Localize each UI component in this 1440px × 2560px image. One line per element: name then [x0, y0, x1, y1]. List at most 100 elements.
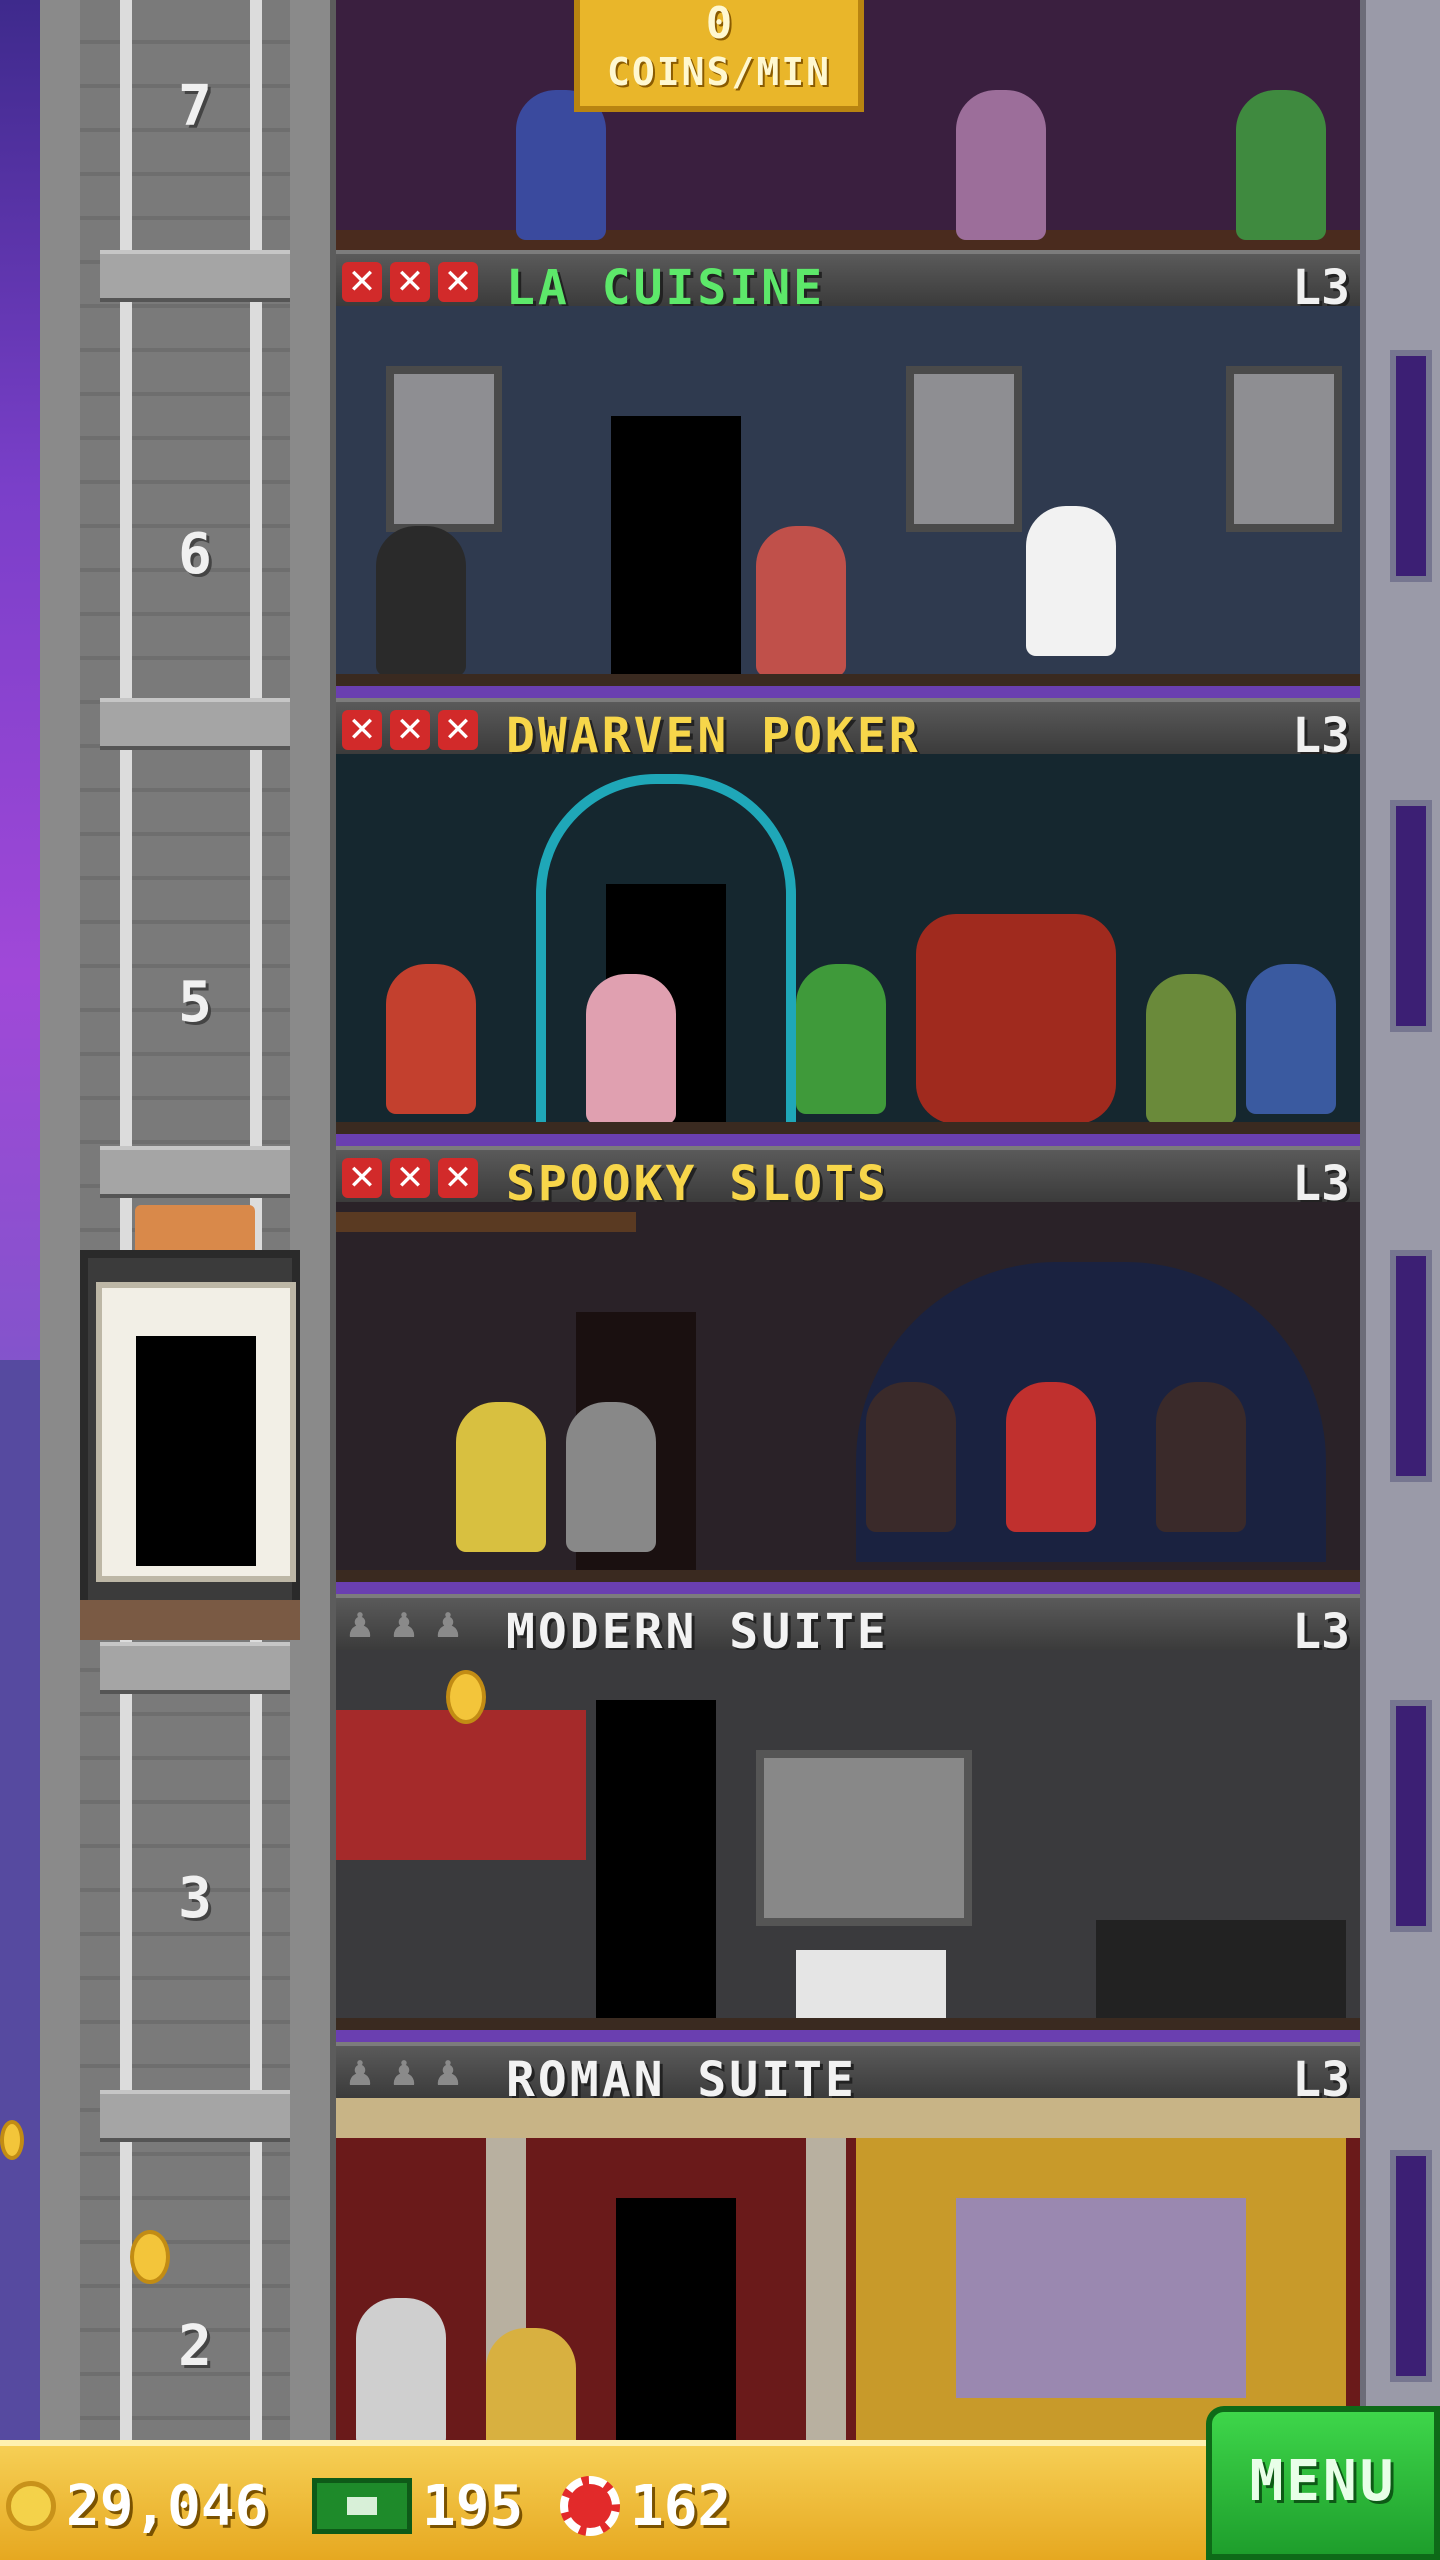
- floor-room[interactable]: [336, 1650, 1360, 2030]
- floor-slab: [100, 1146, 290, 1198]
- floating-coin-icon[interactable]: [446, 1670, 486, 1724]
- floor-room[interactable]: [336, 1202, 1360, 1582]
- coins-counter[interactable]: 29,046: [6, 2466, 268, 2546]
- wall-painting: [1226, 366, 1342, 532]
- chef-character[interactable]: [1026, 506, 1116, 656]
- chips-counter[interactable]: 162: [560, 2466, 731, 2546]
- elevator-passenger-head: [135, 1205, 255, 1250]
- bitizen-character[interactable]: [756, 526, 846, 676]
- floor-dwarven-poker[interactable]: ✕ ✕ ✕ DWARVEN POKER L3: [336, 698, 1360, 1146]
- coins-per-minute-unit: COINS/MIN: [607, 50, 831, 94]
- bitizen-character[interactable]: [586, 974, 676, 1124]
- person-icon: ♟: [388, 1606, 420, 1646]
- modern-bed: [1096, 1920, 1346, 2020]
- person-icon: ♟: [432, 2054, 464, 2094]
- coin-icon: [6, 2481, 56, 2531]
- room-floor: [336, 230, 1360, 250]
- stock-indicators: ✕ ✕ ✕: [342, 262, 478, 302]
- floor-slab: [100, 698, 290, 750]
- modern-table: [796, 1950, 946, 2020]
- floor-slab: [100, 250, 290, 302]
- coins-per-minute-badge[interactable]: 0 COINS/MIN: [574, 0, 864, 112]
- resident-indicators: ♟ ♟ ♟: [342, 2054, 466, 2094]
- bitizen-character[interactable]: [956, 90, 1046, 240]
- red-x-icon: ✕: [438, 1158, 478, 1198]
- floor-header[interactable]: ♟ ♟ ♟ ROMAN SUITE L3: [336, 2042, 1360, 2108]
- room-door: [611, 416, 741, 686]
- elevator-base: [80, 1600, 300, 1640]
- floor-header[interactable]: ✕ ✕ ✕ DWARVEN POKER L3: [336, 698, 1360, 764]
- red-wall-panel: [336, 1710, 586, 1860]
- floor-modern-suite[interactable]: ♟ ♟ ♟ MODERN SUITE L3: [336, 1594, 1360, 2042]
- red-x-icon: ✕: [342, 1158, 382, 1198]
- roman-window: [956, 2198, 1246, 2398]
- room-floor: [336, 674, 1360, 686]
- wall-painting: [386, 366, 502, 532]
- city-background: [0, 1360, 40, 2440]
- bitizen-character[interactable]: [1236, 90, 1326, 240]
- window: [1390, 1700, 1432, 1932]
- floor-header[interactable]: ✕ ✕ ✕ SPOOKY SLOTS L3: [336, 1146, 1360, 1212]
- falling-coin-icon[interactable]: [0, 2120, 24, 2160]
- slot-machine[interactable]: [866, 1382, 956, 1532]
- red-x-icon: ✕: [342, 710, 382, 750]
- zombie-character[interactable]: [566, 1402, 656, 1552]
- tv-screen: [756, 1750, 972, 1926]
- room-door: [596, 1700, 716, 2030]
- chip-icon: [560, 2476, 620, 2536]
- room-floor: [336, 1570, 1360, 1582]
- coins-per-minute-value: 0: [705, 0, 733, 49]
- floor-room[interactable]: [336, 306, 1360, 686]
- floor-number-2: 2: [178, 2314, 212, 2379]
- floor-spooky-slots[interactable]: ✕ ✕ ✕ SPOOKY SLOTS L3: [336, 1146, 1360, 1594]
- dwarf-character[interactable]: [796, 964, 886, 1114]
- room-floor: [336, 2018, 1360, 2030]
- floor-number-5: 5: [178, 970, 212, 1035]
- bitizen-character[interactable]: [376, 526, 466, 676]
- menu-button[interactable]: MENU: [1206, 2406, 1440, 2560]
- floor-la-cuisine[interactable]: ✕ ✕ ✕ LA CUISINE L3: [336, 250, 1360, 698]
- falling-coin-icon[interactable]: [130, 2230, 170, 2284]
- person-icon: ♟: [432, 1606, 464, 1646]
- window: [1390, 350, 1432, 582]
- bitizen-character[interactable]: [456, 1402, 546, 1552]
- stock-indicators: ✕ ✕ ✕: [342, 710, 478, 750]
- resident-indicators: ♟ ♟ ♟: [342, 1606, 466, 1646]
- window: [1390, 1250, 1432, 1482]
- shaft-rail-left: [120, 0, 132, 2440]
- red-x-icon: ✕: [438, 710, 478, 750]
- floor-room[interactable]: [336, 754, 1360, 1134]
- chandelier: [336, 1212, 636, 1232]
- bitizen-character[interactable]: [516, 90, 606, 240]
- person-icon: ♟: [388, 2054, 420, 2094]
- statue-figure: [356, 2298, 446, 2448]
- floor-slab: [100, 2090, 290, 2142]
- floor-number-7: 7: [178, 74, 212, 139]
- floor-number-3: 3: [178, 1866, 212, 1931]
- stock-indicators: ✕ ✕ ✕: [342, 1158, 478, 1198]
- bitizen-character[interactable]: [1146, 974, 1236, 1124]
- floor-number-6: 6: [178, 522, 212, 587]
- person-icon: ♟: [344, 1606, 376, 1646]
- person-icon: ♟: [344, 2054, 376, 2094]
- roman-frieze: [336, 2098, 1360, 2138]
- bux-value: 195: [422, 2473, 524, 2539]
- roman-column: [806, 2138, 846, 2478]
- red-x-icon: ✕: [390, 1158, 430, 1198]
- red-x-icon: ✕: [390, 710, 430, 750]
- elevator-door[interactable]: [136, 1336, 256, 1566]
- slot-machine[interactable]: [1006, 1382, 1096, 1532]
- dwarf-character[interactable]: [1246, 964, 1336, 1114]
- dwarf-character[interactable]: [386, 964, 476, 1114]
- window: [1390, 2150, 1432, 2382]
- chips-value: 162: [630, 2473, 732, 2539]
- floor-slab: [100, 1642, 290, 1694]
- slot-machine[interactable]: [1156, 1382, 1246, 1532]
- room-floor: [336, 1122, 1360, 1134]
- bux-counter[interactable]: 195: [312, 2466, 523, 2546]
- window: [1390, 800, 1432, 1032]
- floor-header[interactable]: ♟ ♟ ♟ MODERN SUITE L3: [336, 1594, 1360, 1660]
- red-x-icon: ✕: [390, 262, 430, 302]
- floor-header[interactable]: ✕ ✕ ✕ LA CUISINE L3: [336, 250, 1360, 316]
- red-x-icon: ✕: [438, 262, 478, 302]
